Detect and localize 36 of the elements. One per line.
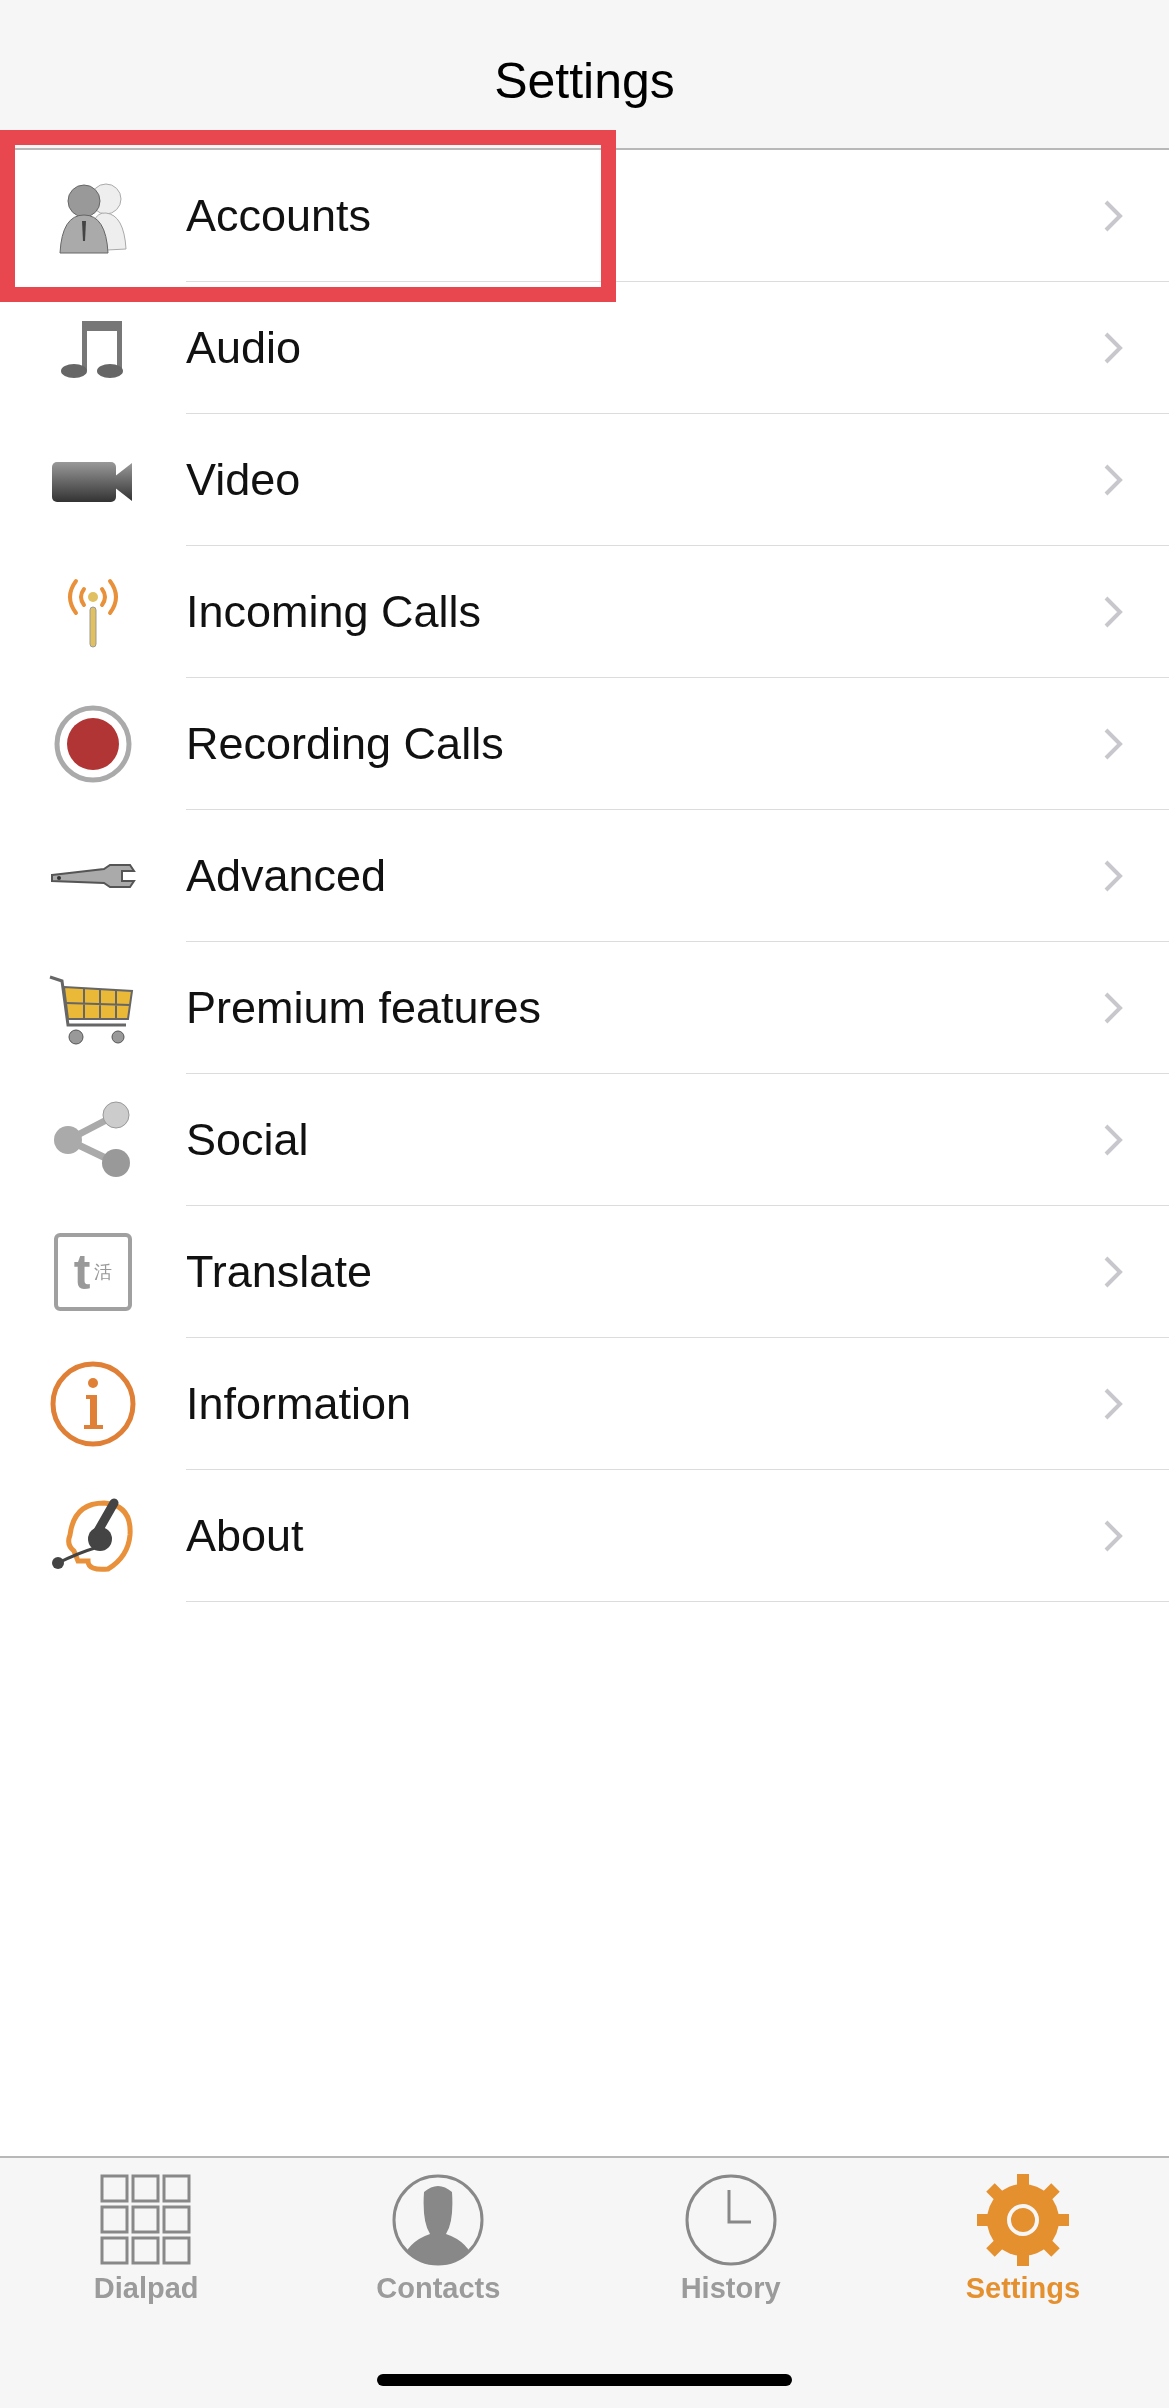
chevron-icon [1103,858,1123,893]
settings-row[interactable]: Information [0,1338,1169,1470]
settings-row[interactable]: Social [0,1074,1169,1206]
row-label: Video [186,453,302,506]
chevron-icon [1103,990,1123,1025]
settings-row[interactable]: Audio [0,282,1169,414]
row-label: Recording Calls [186,717,505,770]
chevron-icon [1103,594,1123,629]
row-label: Audio [186,321,303,374]
row-label: Accounts [186,189,373,242]
chevron-icon [1103,330,1123,365]
row-label: Incoming Calls [186,585,483,638]
settings-row[interactable]: Video [0,414,1169,546]
chevron-icon [1103,1518,1123,1553]
chevron-icon [1103,462,1123,497]
settings-row[interactable]: Advanced [0,810,1169,942]
row-label: Advanced [186,849,388,902]
row-label: Translate [186,1245,373,1298]
row-label: Premium features [186,981,543,1034]
settings-row[interactable]: Premium features [0,942,1169,1074]
chevron-icon [1103,1122,1123,1157]
settings-row[interactable]: About [0,1470,1169,1602]
row-label: About [186,1509,305,1562]
settings-row[interactable]: Recording Calls [0,678,1169,810]
settings-row[interactable]: Incoming Calls [0,546,1169,678]
info-icon [48,1359,138,1449]
row-label: Social [186,1113,310,1166]
wrench-icon [50,863,136,889]
chevron-icon [1103,198,1123,233]
settings-row[interactable]: Accounts [0,150,1169,282]
row-label: Information [186,1377,413,1430]
chevron-icon [1103,1386,1123,1421]
screen-title: Settings [494,52,675,110]
chevron-icon [1103,726,1123,761]
chevron-icon [1103,1254,1123,1289]
settings-icon [974,2172,1071,2268]
